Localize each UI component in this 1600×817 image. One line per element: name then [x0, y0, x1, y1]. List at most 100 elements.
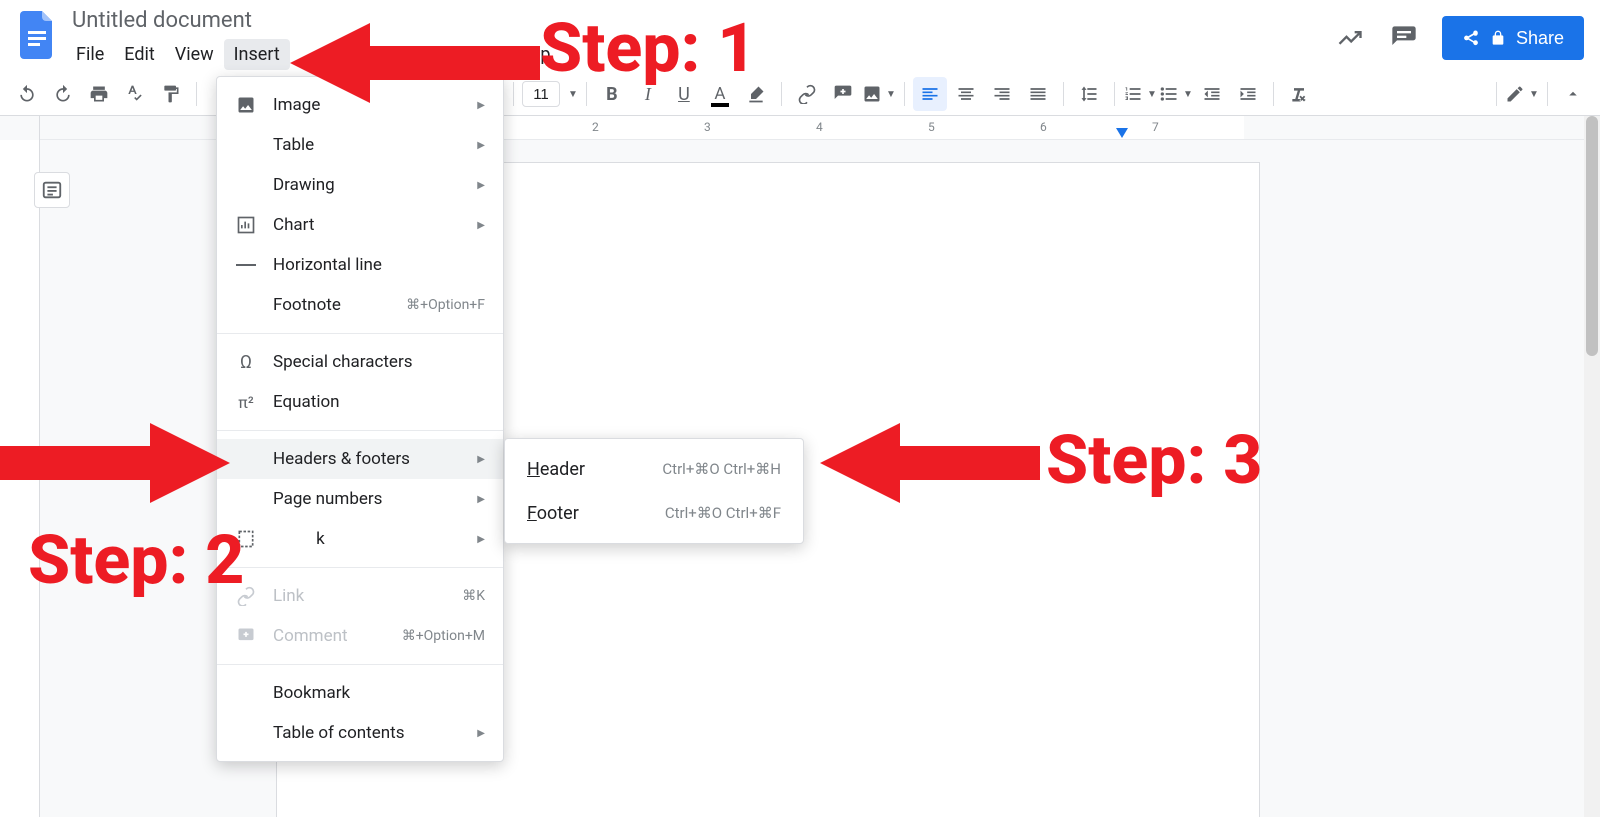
menu-label: Footer	[527, 503, 645, 524]
ruler-mark: 4	[816, 120, 823, 134]
insert-drawing[interactable]: Drawing ▶	[217, 165, 503, 205]
share-label: Share	[1516, 28, 1564, 49]
bold-button[interactable]: B	[595, 77, 629, 111]
menu-shortcut: Ctrl+⌘O Ctrl+⌘F	[665, 504, 781, 522]
scrollbar-thumb[interactable]	[1586, 116, 1598, 356]
align-right-button[interactable]	[985, 77, 1019, 111]
insert-toc[interactable]: Table of contents ▶	[217, 713, 503, 753]
insert-special-characters[interactable]: Ω Special characters	[217, 342, 503, 382]
vertical-ruler	[0, 116, 40, 817]
menu-label: Drawing	[273, 175, 461, 195]
insert-chart[interactable]: Chart ▶	[217, 205, 503, 245]
headers-icon	[235, 448, 257, 470]
editing-mode-button[interactable]: ▼	[1505, 77, 1539, 111]
paint-format-button[interactable]	[154, 77, 188, 111]
menu-help[interactable]: elp	[512, 39, 561, 70]
insert-footnote[interactable]: Footnote ⌘+Option+F	[217, 285, 503, 325]
insert-headers-footers[interactable]: Headers & footers ▶	[217, 439, 503, 479]
highlight-button[interactable]	[739, 77, 773, 111]
increase-indent-button[interactable]	[1231, 77, 1265, 111]
share-button[interactable]: Share	[1442, 16, 1584, 60]
print-button[interactable]	[82, 77, 116, 111]
menu-view[interactable]: View	[165, 39, 224, 70]
bulleted-list-button[interactable]: ▼	[1159, 77, 1193, 111]
insert-image-button[interactable]: ▼	[862, 77, 896, 111]
align-center-button[interactable]	[949, 77, 983, 111]
collapse-toolbar-button[interactable]	[1556, 77, 1590, 111]
ruler-mark: 7	[1152, 120, 1159, 134]
menu-label: Comment	[273, 626, 386, 646]
line-spacing-button[interactable]	[1072, 77, 1106, 111]
break-icon	[235, 528, 257, 550]
omega-icon: Ω	[235, 351, 257, 373]
image-icon	[235, 94, 257, 116]
right-indent-marker[interactable]	[1116, 128, 1128, 138]
menu-label: Breakk	[273, 529, 461, 549]
menu-label: Header	[527, 459, 642, 480]
insert-image[interactable]: Image ▶	[217, 85, 503, 125]
menu-label: Image	[273, 95, 461, 115]
menu-file[interactable]: File	[66, 39, 114, 70]
insert-link-button[interactable]	[790, 77, 824, 111]
hline-icon	[235, 254, 257, 276]
submenu-arrow-icon: ▶	[477, 728, 485, 739]
insert-footer[interactable]: Footer Ctrl+⌘O Ctrl+⌘F	[505, 491, 803, 535]
link-icon	[235, 585, 257, 607]
menu-shortcut: ⌘+Option+F	[406, 297, 485, 313]
submenu-arrow-icon: ▶	[477, 220, 485, 231]
redo-button[interactable]	[46, 77, 80, 111]
menu-shortcut: Ctrl+⌘O Ctrl+⌘H	[662, 460, 781, 478]
insert-break[interactable]: Breakk ▶	[217, 519, 503, 559]
clear-formatting-button[interactable]	[1282, 77, 1316, 111]
vertical-scrollbar[interactable]	[1584, 116, 1600, 817]
drawing-icon	[235, 174, 257, 196]
insert-comment-button[interactable]	[826, 77, 860, 111]
menu-label: Link	[273, 586, 446, 606]
submenu-arrow-icon: ▶	[477, 180, 485, 191]
menu-insert[interactable]: Insert	[224, 39, 290, 70]
decrease-indent-button[interactable]	[1195, 77, 1229, 111]
undo-button[interactable]	[10, 77, 44, 111]
comments-icon[interactable]	[1388, 22, 1420, 54]
ruler-mark: 5	[928, 120, 935, 134]
align-justify-button[interactable]	[1021, 77, 1055, 111]
bookmark-icon	[235, 682, 257, 704]
menu-label: Equation	[273, 392, 485, 412]
pi-icon: π²	[235, 391, 257, 413]
numbered-list-button[interactable]: ▼	[1123, 77, 1157, 111]
insert-page-numbers[interactable]: Page numbers ▶	[217, 479, 503, 519]
app-header: Untitled document File Edit View Insert …	[0, 0, 1600, 72]
menu-edit[interactable]: Edit	[114, 39, 164, 70]
headers-footers-submenu: Header Ctrl+⌘O Ctrl+⌘H Footer Ctrl+⌘O Ct…	[504, 438, 804, 544]
italic-button[interactable]: I	[631, 77, 665, 111]
insert-menu-dropdown: Image ▶ Table ▶ Drawing ▶ Chart ▶ Horizo…	[216, 76, 504, 762]
document-title[interactable]: Untitled document	[66, 6, 560, 35]
insert-horizontal-line[interactable]: Horizontal line	[217, 245, 503, 285]
submenu-arrow-icon: ▶	[477, 454, 485, 465]
submenu-arrow-icon: ▶	[477, 100, 485, 111]
text-color-button[interactable]: A	[703, 77, 737, 111]
menu-bar: File Edit View Insert Format Tools Add-o…	[66, 39, 560, 70]
align-left-button[interactable]	[913, 77, 947, 111]
docs-logo[interactable]	[16, 6, 60, 64]
font-size-control[interactable]: ▼	[522, 81, 578, 107]
pagenum-icon	[235, 488, 257, 510]
submenu-arrow-icon: ▶	[477, 140, 485, 151]
menu-shortcut: ⌘K	[462, 588, 485, 604]
toc-icon	[235, 722, 257, 744]
font-size-input[interactable]	[522, 81, 560, 107]
ruler-mark: 2	[592, 120, 599, 134]
menu-label: Headers & footers	[273, 449, 461, 469]
menu-label: Special characters	[273, 352, 485, 372]
menu-label: Table of contents	[273, 723, 461, 743]
submenu-arrow-icon: ▶	[477, 534, 485, 545]
insert-header[interactable]: Header Ctrl+⌘O Ctrl+⌘H	[505, 447, 803, 491]
underline-button[interactable]: U	[667, 77, 701, 111]
insert-link: Link ⌘K	[217, 576, 503, 616]
spellcheck-button[interactable]	[118, 77, 152, 111]
activity-icon[interactable]	[1334, 22, 1366, 54]
ruler-mark: 3	[704, 120, 711, 134]
insert-table[interactable]: Table ▶	[217, 125, 503, 165]
insert-equation[interactable]: π² Equation	[217, 382, 503, 422]
insert-bookmark[interactable]: Bookmark	[217, 673, 503, 713]
